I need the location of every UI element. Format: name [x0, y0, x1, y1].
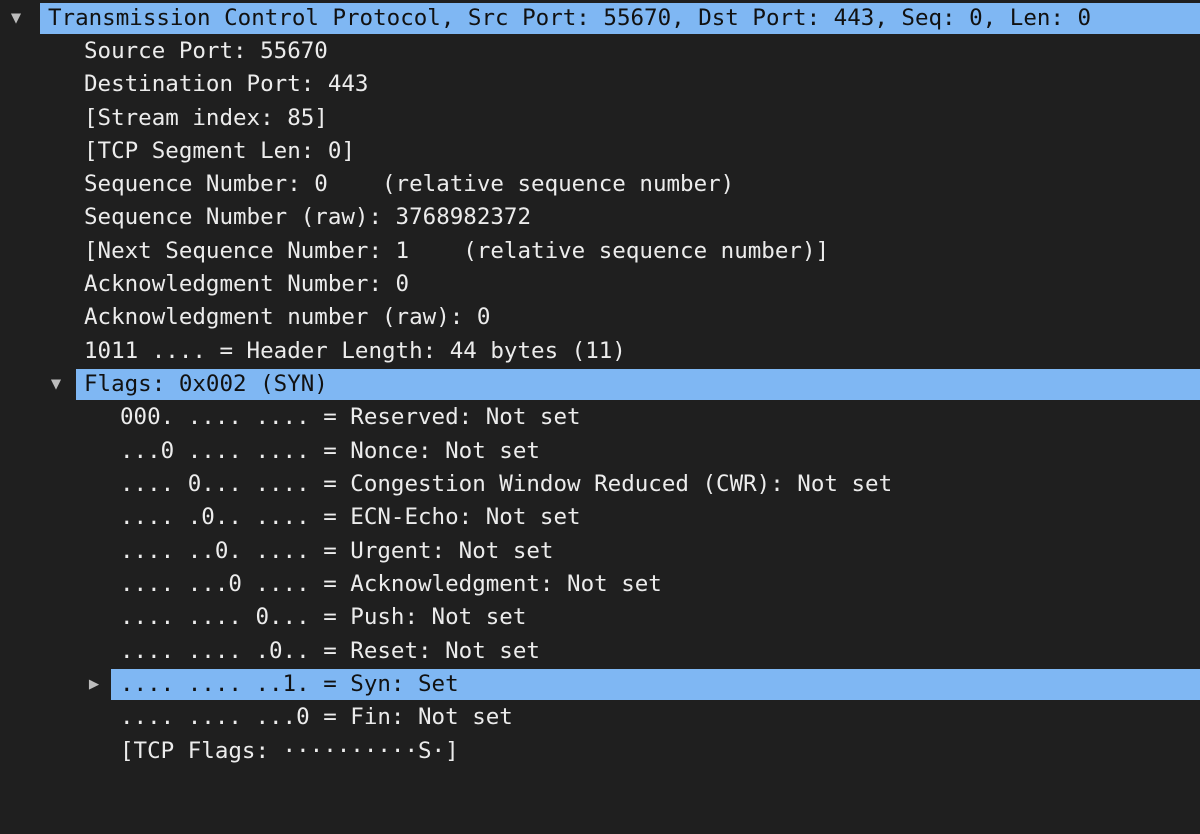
field-ack-number: Acknowledgment Number: 0 — [84, 271, 410, 297]
field-sequence-number: Sequence Number: 0 (relative sequence nu… — [84, 171, 735, 197]
tree-row-flag-bit[interactable]: .... ...0 .... = Acknowledgment: Not set — [0, 568, 1200, 601]
flags-summary: Flags: 0x002 (SYN) — [84, 371, 328, 397]
packet-details-tree: ▼ Transmission Control Protocol, Src Por… — [0, 0, 1200, 769]
flag-reset: .... .... .0.. = Reset: Not set — [120, 638, 540, 664]
tree-row-field[interactable]: 1011 .... = Header Length: 44 bytes (11) — [0, 335, 1200, 368]
flag-ecn-echo: .... .0.. .... = ECN-Echo: Not set — [120, 504, 581, 530]
field-stream-index: [Stream index: 85] — [84, 105, 328, 131]
tree-row-field[interactable]: Sequence Number: 0 (relative sequence nu… — [0, 168, 1200, 201]
flag-cwr: .... 0... .... = Congestion Window Reduc… — [120, 471, 893, 497]
flag-acknowledgment: .... ...0 .... = Acknowledgment: Not set — [120, 571, 662, 597]
tree-row-field[interactable]: Acknowledgment Number: 0 — [0, 268, 1200, 301]
tree-row-tcp-flags[interactable]: [TCP Flags: ··········S·] — [0, 735, 1200, 768]
tree-row-field[interactable]: Destination Port: 443 — [0, 68, 1200, 101]
tree-row-flag-bit[interactable]: .... .0.. .... = ECN-Echo: Not set — [0, 501, 1200, 534]
tree-row-flag-bit[interactable]: .... 0... .... = Congestion Window Reduc… — [0, 468, 1200, 501]
expanded-triangle-icon[interactable]: ▼ — [6, 2, 26, 35]
field-ack-number-raw: Acknowledgment number (raw): 0 — [84, 304, 491, 330]
tree-row-flag-bit[interactable]: .... ..0. .... = Urgent: Not set — [0, 535, 1200, 568]
field-destination-port: Destination Port: 443 — [84, 71, 369, 97]
tree-row-flag-bit[interactable]: .... .... .0.. = Reset: Not set — [0, 635, 1200, 668]
flag-nonce: ...0 .... .... = Nonce: Not set — [120, 438, 540, 464]
tree-row-flag-bit[interactable]: 000. .... .... = Reserved: Not set — [0, 401, 1200, 434]
tcp-summary: Transmission Control Protocol, Src Port:… — [48, 5, 1092, 31]
tree-row-flag-bit[interactable]: ...0 .... .... = Nonce: Not set — [0, 435, 1200, 468]
tree-row-tcp[interactable]: ▼ Transmission Control Protocol, Src Por… — [0, 2, 1200, 35]
flag-push: .... .... 0... = Push: Not set — [120, 604, 527, 630]
flag-reserved: 000. .... .... = Reserved: Not set — [120, 404, 581, 430]
tree-row-field[interactable]: [TCP Segment Len: 0] — [0, 135, 1200, 168]
tree-row-field[interactable]: [Stream index: 85] — [0, 102, 1200, 135]
flag-fin: .... .... ...0 = Fin: Not set — [120, 704, 513, 730]
field-segment-len: [TCP Segment Len: 0] — [84, 138, 355, 164]
tree-row-field[interactable]: Source Port: 55670 — [0, 35, 1200, 68]
collapsed-triangle-icon[interactable]: ▶ — [84, 668, 104, 701]
field-header-length: 1011 .... = Header Length: 44 bytes (11) — [84, 338, 626, 364]
expanded-triangle-icon[interactable]: ▼ — [46, 368, 66, 401]
tree-row-flag-bit[interactable]: .... .... 0... = Push: Not set — [0, 601, 1200, 634]
tree-row-flag-syn[interactable]: ▶ .... .... ..1. = Syn: Set — [0, 668, 1200, 701]
tree-row-field[interactable]: Sequence Number (raw): 3768982372 — [0, 201, 1200, 234]
tree-row-field[interactable]: [Next Sequence Number: 1 (relative seque… — [0, 235, 1200, 268]
tree-row-flags[interactable]: ▼ Flags: 0x002 (SYN) — [0, 368, 1200, 401]
tcp-flags-string: [TCP Flags: ··········S·] — [120, 738, 459, 764]
tree-row-flag-bit[interactable]: .... .... ...0 = Fin: Not set — [0, 701, 1200, 734]
flag-syn: .... .... ..1. = Syn: Set — [120, 671, 459, 697]
flag-urgent: .... ..0. .... = Urgent: Not set — [120, 538, 554, 564]
field-next-sequence-number: [Next Sequence Number: 1 (relative seque… — [84, 238, 830, 264]
tree-row-field[interactable]: Acknowledgment number (raw): 0 — [0, 301, 1200, 334]
field-source-port: Source Port: 55670 — [84, 38, 328, 64]
field-sequence-number-raw: Sequence Number (raw): 3768982372 — [84, 204, 532, 230]
